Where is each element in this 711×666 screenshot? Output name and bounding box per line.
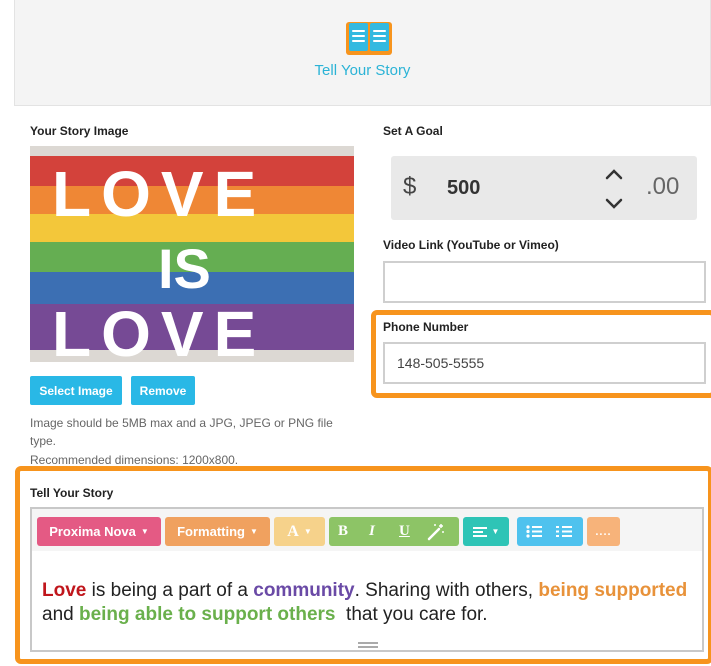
underline-button[interactable]: U (399, 523, 410, 540)
video-link-label: Video Link (YouTube or Vimeo) (383, 238, 559, 252)
story-word-love: Love (42, 580, 87, 601)
story-text-3: and (42, 604, 79, 625)
currency-symbol: $ (403, 173, 417, 200)
font-family-dropdown[interactable]: Proxima Nova ▼ (37, 517, 161, 546)
image-hint-line-3: Recommended dimensions: 1200x800. (30, 453, 239, 467)
svg-text:LOVE: LOVE (52, 158, 266, 230)
story-phrase-being-supported: being supported (538, 580, 688, 601)
svg-text:LOVE: LOVE (52, 298, 266, 362)
resize-handle-icon[interactable] (358, 642, 378, 648)
chevron-down-icon: ▼ (140, 527, 149, 536)
editor-toolbar: Proxima Nova▼ Formatting▼ A▼ B I U ▼ (32, 509, 702, 551)
story-text-2: . Sharing with others, (354, 580, 539, 601)
align-dropdown[interactable]: ▼ (463, 517, 509, 546)
story-editor[interactable]: Proxima Nova▼ Formatting▼ A▼ B I U ▼ (30, 507, 704, 652)
phone-number-input[interactable]: 148-505-5555 (383, 342, 706, 384)
numbered-list-icon[interactable] (556, 525, 572, 538)
chevron-down-icon: ▼ (249, 527, 258, 536)
decrement-arrow-icon[interactable] (603, 194, 625, 214)
svg-text:IS: IS (158, 237, 211, 300)
goal-cents: .00 (646, 173, 680, 200)
text-color-label: A (287, 522, 299, 540)
story-word-community: community (253, 580, 355, 601)
bold-button[interactable]: B (338, 523, 348, 540)
page-title: Tell Your Story (314, 62, 411, 79)
formatting-dropdown[interactable]: Formatting ▼ (165, 517, 270, 546)
story-phrase-support-others: being able to support others (78, 604, 336, 625)
image-hint-line-2: type. (30, 434, 57, 448)
select-image-button[interactable]: Select Image (30, 376, 122, 405)
video-link-input[interactable] (383, 261, 706, 303)
page-header: Tell Your Story (14, 0, 711, 106)
phone-number-label: Phone Number (383, 320, 469, 334)
goal-amount-field: $ 500 .00 (391, 156, 697, 220)
image-hint-line-1: Image should be 5MB max and a JPG, JPEG … (30, 416, 333, 430)
formatting-label: Formatting (177, 524, 245, 539)
story-text-1: is being a part of a (86, 580, 254, 601)
italic-button[interactable]: I (369, 523, 375, 540)
text-style-group: B I U (329, 517, 459, 546)
story-label: Tell Your Story (30, 486, 114, 500)
bullet-list-icon[interactable] (526, 525, 542, 538)
story-image[interactable]: LOVE IS LOVE (30, 146, 354, 362)
story-editor-content[interactable]: Love is being a part of a community. Sha… (42, 579, 692, 627)
story-form-page: Tell Your Story Your Story Image LOVE IS… (0, 0, 711, 666)
chevron-down-icon: ▼ (303, 527, 312, 536)
story-text-4: that you care for. (335, 604, 488, 625)
remove-image-button[interactable]: Remove (131, 376, 195, 405)
goal-label: Set A Goal (383, 124, 443, 138)
story-image-label: Your Story Image (30, 124, 129, 138)
more-options-button[interactable]: .... (587, 517, 620, 546)
align-left-icon (472, 526, 487, 537)
chevron-down-icon: ▼ (491, 527, 500, 536)
text-color-dropdown[interactable]: A ▼ (274, 517, 325, 546)
more-dots-icon: .... (595, 525, 612, 538)
list-group (517, 517, 583, 546)
open-book-icon (346, 22, 392, 55)
font-family-label: Proxima Nova (49, 524, 136, 539)
goal-amount-input[interactable]: 500 (431, 156, 613, 220)
rainbow-flag-image: LOVE IS LOVE (30, 146, 354, 362)
increment-arrow-icon[interactable] (603, 164, 625, 184)
magic-wand-icon[interactable] (427, 523, 445, 541)
